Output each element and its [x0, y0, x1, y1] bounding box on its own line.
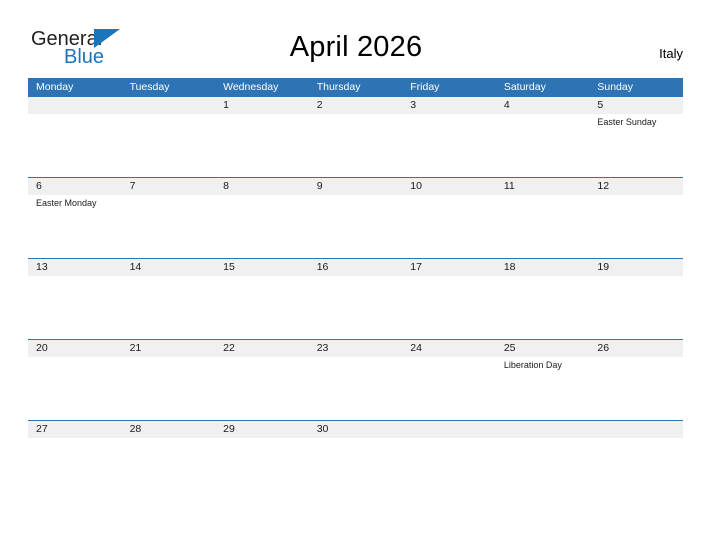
day-cell[interactable]: 2: [309, 97, 403, 178]
week-row: 1 2 3 4 5 Easter Sunday: [28, 96, 683, 177]
day-number: 26: [597, 342, 610, 354]
day-number: 24: [410, 342, 422, 354]
day-number: 1: [223, 99, 229, 111]
day-cell[interactable]: 24: [402, 340, 496, 421]
day-event-label: Easter Sunday: [597, 117, 657, 127]
page-header: General Blue April 2026 Italy: [0, 0, 712, 78]
day-cell[interactable]: 4: [496, 97, 590, 178]
weekday-header-monday: Monday: [36, 81, 74, 93]
day-cell[interactable]: [496, 421, 590, 502]
day-number: 15: [223, 261, 235, 273]
day-cell[interactable]: 20: [28, 340, 122, 421]
day-event-label: Easter Monday: [36, 198, 97, 208]
day-number: 6: [36, 180, 42, 192]
weekday-header-sunday: Sunday: [597, 81, 633, 93]
day-cell[interactable]: [28, 97, 122, 178]
calendar-page: General Blue April 2026 Italy Monday Tue…: [0, 0, 712, 550]
weekday-header-saturday: Saturday: [503, 81, 546, 93]
day-number: 13: [36, 261, 48, 273]
day-number: 3: [410, 99, 417, 111]
day-cell[interactable]: 1: [215, 97, 309, 178]
day-cell[interactable]: [589, 421, 683, 502]
week-row: 27 28 29 30: [28, 420, 683, 501]
day-number: 8: [223, 180, 229, 192]
country-label: Italy: [659, 46, 683, 61]
day-cell[interactable]: 10: [402, 178, 496, 259]
day-cell[interactable]: 11: [496, 178, 590, 259]
day-cell[interactable]: 15: [215, 259, 309, 340]
weekday-header-friday: Friday: [410, 81, 440, 93]
day-number: 27: [36, 423, 48, 435]
day-number: 21: [129, 342, 142, 354]
day-number: 2: [316, 99, 323, 111]
day-cell[interactable]: 23: [309, 340, 403, 421]
day-number: 19: [597, 261, 610, 273]
weekday-header-row: Monday Tuesday Wednesday Thursday Friday…: [28, 78, 683, 96]
day-cell[interactable]: 6 Easter Monday: [28, 178, 122, 259]
day-cell[interactable]: 14: [122, 259, 216, 340]
day-number: 18: [503, 261, 516, 273]
day-number: 23: [316, 342, 329, 354]
day-cell[interactable]: 22: [215, 340, 309, 421]
day-number: 12: [597, 180, 610, 192]
weekday-header-thursday: Thursday: [316, 81, 361, 93]
day-number: 22: [223, 342, 235, 354]
day-number: 7: [129, 180, 136, 192]
day-cell[interactable]: 12: [589, 178, 683, 259]
day-cell[interactable]: 3: [402, 97, 496, 178]
day-cell[interactable]: 25 Liberation Day: [496, 340, 590, 421]
weekday-header-wednesday: Wednesday: [223, 81, 279, 93]
week-row: 13 14 15 16 17 18 19: [28, 258, 683, 339]
day-cell[interactable]: 28: [122, 421, 216, 502]
weekday-header-tuesday: Tuesday: [129, 81, 170, 93]
page-title: April 2026: [289, 31, 423, 63]
day-cell[interactable]: 19: [589, 259, 683, 340]
day-cell[interactable]: 18: [496, 259, 590, 340]
day-cell[interactable]: 7: [122, 178, 216, 259]
day-cell[interactable]: 8: [215, 178, 309, 259]
day-number: 11: [503, 180, 515, 192]
day-number: 20: [36, 342, 48, 354]
day-event-label: Liberation Day: [503, 360, 562, 370]
day-cell[interactable]: 16: [309, 259, 403, 340]
day-cell[interactable]: 30: [309, 421, 403, 502]
day-cell[interactable]: 17: [402, 259, 496, 340]
day-cell[interactable]: 13: [28, 259, 122, 340]
day-cell[interactable]: 9: [309, 178, 403, 259]
day-cell[interactable]: [122, 97, 216, 178]
week-row: 20 21 22 23 24 25 Liberation Day 26: [28, 339, 683, 420]
day-number: 10: [410, 180, 422, 192]
day-number: 16: [316, 261, 329, 273]
day-number: 28: [129, 423, 142, 435]
day-cell[interactable]: 26: [589, 340, 683, 421]
calendar-grid: Monday Tuesday Wednesday Thursday Friday…: [28, 78, 683, 501]
day-number: 17: [410, 261, 422, 273]
day-cell[interactable]: 27: [28, 421, 122, 502]
day-cell[interactable]: [402, 421, 496, 502]
day-number: 29: [223, 423, 235, 435]
day-number: 14: [129, 261, 142, 273]
day-number: 25: [503, 342, 516, 354]
day-cell[interactable]: 29: [215, 421, 309, 502]
day-number: 4: [503, 99, 510, 111]
week-row: 6 Easter Monday 7 8 9 10 11 12: [28, 177, 683, 258]
day-number: 30: [316, 423, 329, 435]
day-cell[interactable]: 5 Easter Sunday: [589, 97, 683, 178]
day-number: 9: [316, 180, 323, 192]
day-number: 5: [597, 99, 604, 111]
day-cell[interactable]: 21: [122, 340, 216, 421]
